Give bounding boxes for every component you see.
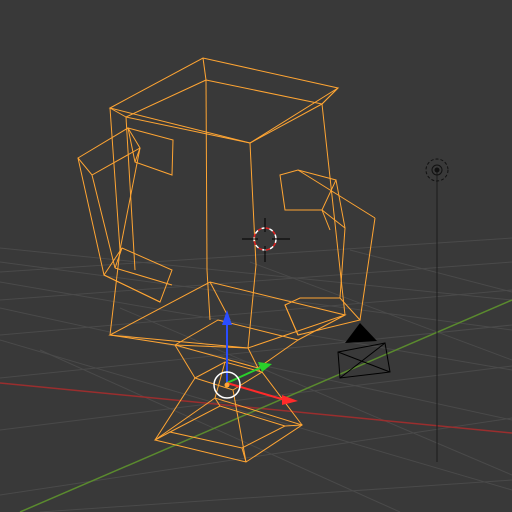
transform-gizmo-icon[interactable] <box>213 310 298 405</box>
lamp-object[interactable] <box>425 158 449 462</box>
floor-grid <box>0 237 512 512</box>
3d-viewport[interactable] <box>0 0 512 512</box>
camera-icon[interactable] <box>345 323 377 343</box>
viewport-canvas[interactable] <box>0 0 512 512</box>
camera-object[interactable] <box>337 323 391 379</box>
